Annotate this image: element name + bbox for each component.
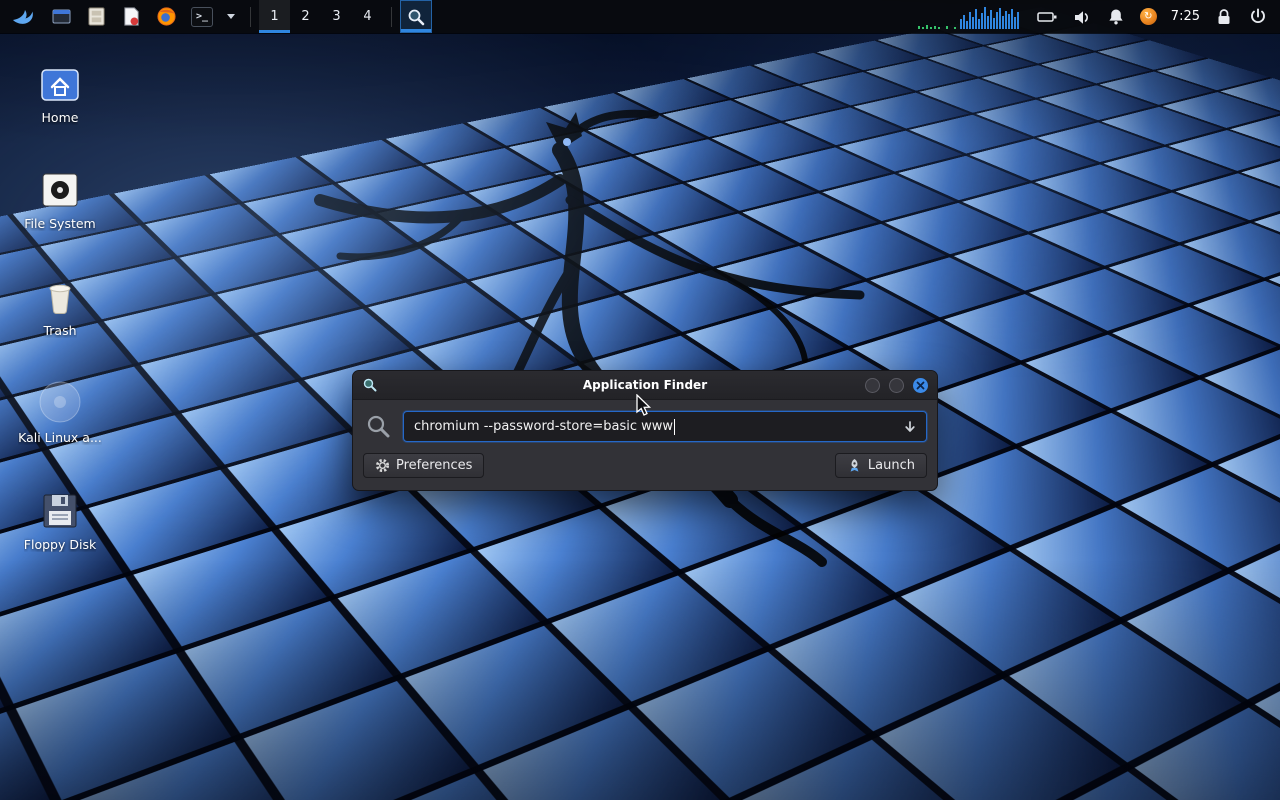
status-update-icon[interactable]: ↻ <box>1140 8 1157 25</box>
terminal-prompt-glyph: >_ <box>196 11 208 22</box>
home-icon <box>39 58 81 104</box>
notifications-bell-icon[interactable] <box>1106 7 1126 27</box>
panel-tray: ↻ 7:25 <box>917 0 1280 33</box>
workspace-button-3[interactable]: 3 <box>321 0 352 33</box>
desktop-icon-kali-linux[interactable]: Kali Linux a... <box>12 378 108 445</box>
app-finder-launcher[interactable] <box>400 0 432 33</box>
desktop-icon-file-system[interactable]: File System <box>12 164 108 231</box>
app-finder-window-icon <box>362 377 378 393</box>
launch-button[interactable]: Launch <box>835 453 927 478</box>
command-input[interactable]: chromium --password-store=basic www <box>403 411 927 442</box>
desktop: >_ 1 2 3 4 <box>0 0 1280 800</box>
trash-icon <box>40 271 80 317</box>
workspace-button-2[interactable]: 2 <box>290 0 321 33</box>
applications-menu-button[interactable] <box>4 0 44 33</box>
text-caret <box>674 419 675 435</box>
command-text: chromium --password-store=basic www <box>414 419 673 434</box>
minimize-button[interactable] <box>865 378 880 393</box>
window-launcher[interactable] <box>44 0 79 33</box>
workspace-button-4[interactable]: 4 <box>352 0 383 33</box>
desktop-icon-floppy-disk[interactable]: Floppy Disk <box>12 485 108 552</box>
launch-icon <box>847 458 862 473</box>
desktop-icon-label: Home <box>42 110 79 125</box>
search-row: chromium --password-store=basic www <box>353 400 937 450</box>
terminal-icon: >_ <box>191 7 213 27</box>
panel-left-group: >_ 1 2 3 4 <box>0 0 432 33</box>
text-editor-launcher[interactable] <box>114 0 149 33</box>
firefox-icon <box>156 6 177 27</box>
preferences-button[interactable]: Preferences <box>363 453 484 478</box>
system-load-graph[interactable] <box>917 4 1022 30</box>
history-dropdown-button[interactable] <box>901 418 919 436</box>
application-finder-window: Application Finder chromium --password-s… <box>352 370 938 491</box>
gear-icon <box>375 458 390 473</box>
battery-icon[interactable] <box>1036 7 1058 27</box>
file-system-icon <box>40 164 80 210</box>
kali-logo-icon <box>11 4 37 30</box>
desktop-icon-label: Trash <box>43 323 76 338</box>
titlebar[interactable]: Application Finder <box>353 371 937 400</box>
volume-icon[interactable] <box>1072 7 1092 27</box>
close-button[interactable] <box>913 378 928 393</box>
desktop-icon-label: File System <box>24 216 96 231</box>
lock-screen-icon[interactable] <box>1214 7 1234 27</box>
kali-cd-icon <box>38 378 82 424</box>
clock[interactable]: 7:25 <box>1171 9 1200 24</box>
panel-separator <box>391 7 392 27</box>
file-manager-launcher[interactable] <box>79 0 114 33</box>
panel-separator <box>250 7 251 27</box>
launcher-dropdown-button[interactable] <box>220 0 242 33</box>
document-icon <box>121 6 142 27</box>
window-controls <box>865 378 928 393</box>
launch-label: Launch <box>868 458 915 473</box>
desktop-icon-label: Kali Linux a... <box>18 430 102 445</box>
workspace-button-1[interactable]: 1 <box>259 0 290 33</box>
desktop-icon-home[interactable]: Home <box>12 58 108 125</box>
close-icon <box>916 381 925 390</box>
desktop-icon-label: Floppy Disk <box>24 537 96 552</box>
terminal-launcher[interactable]: >_ <box>184 0 220 33</box>
power-icon[interactable] <box>1248 7 1268 27</box>
window-title: Application Finder <box>353 378 937 392</box>
dialog-buttons: Preferences Launch <box>353 450 937 490</box>
search-icon <box>365 413 392 440</box>
chevron-down-icon <box>227 14 235 19</box>
window-icon <box>51 6 72 27</box>
maximize-button[interactable] <box>889 378 904 393</box>
workspace-switcher: 1 2 3 4 <box>259 0 383 33</box>
top-panel: >_ 1 2 3 4 <box>0 0 1280 33</box>
firefox-launcher[interactable] <box>149 0 184 33</box>
preferences-label: Preferences <box>396 458 472 473</box>
desktop-icon-trash[interactable]: Trash <box>12 271 108 338</box>
file-cabinet-icon <box>86 6 107 27</box>
magnifier-icon <box>406 7 426 27</box>
floppy-disk-icon <box>40 485 80 531</box>
arrow-down-icon <box>903 420 917 434</box>
